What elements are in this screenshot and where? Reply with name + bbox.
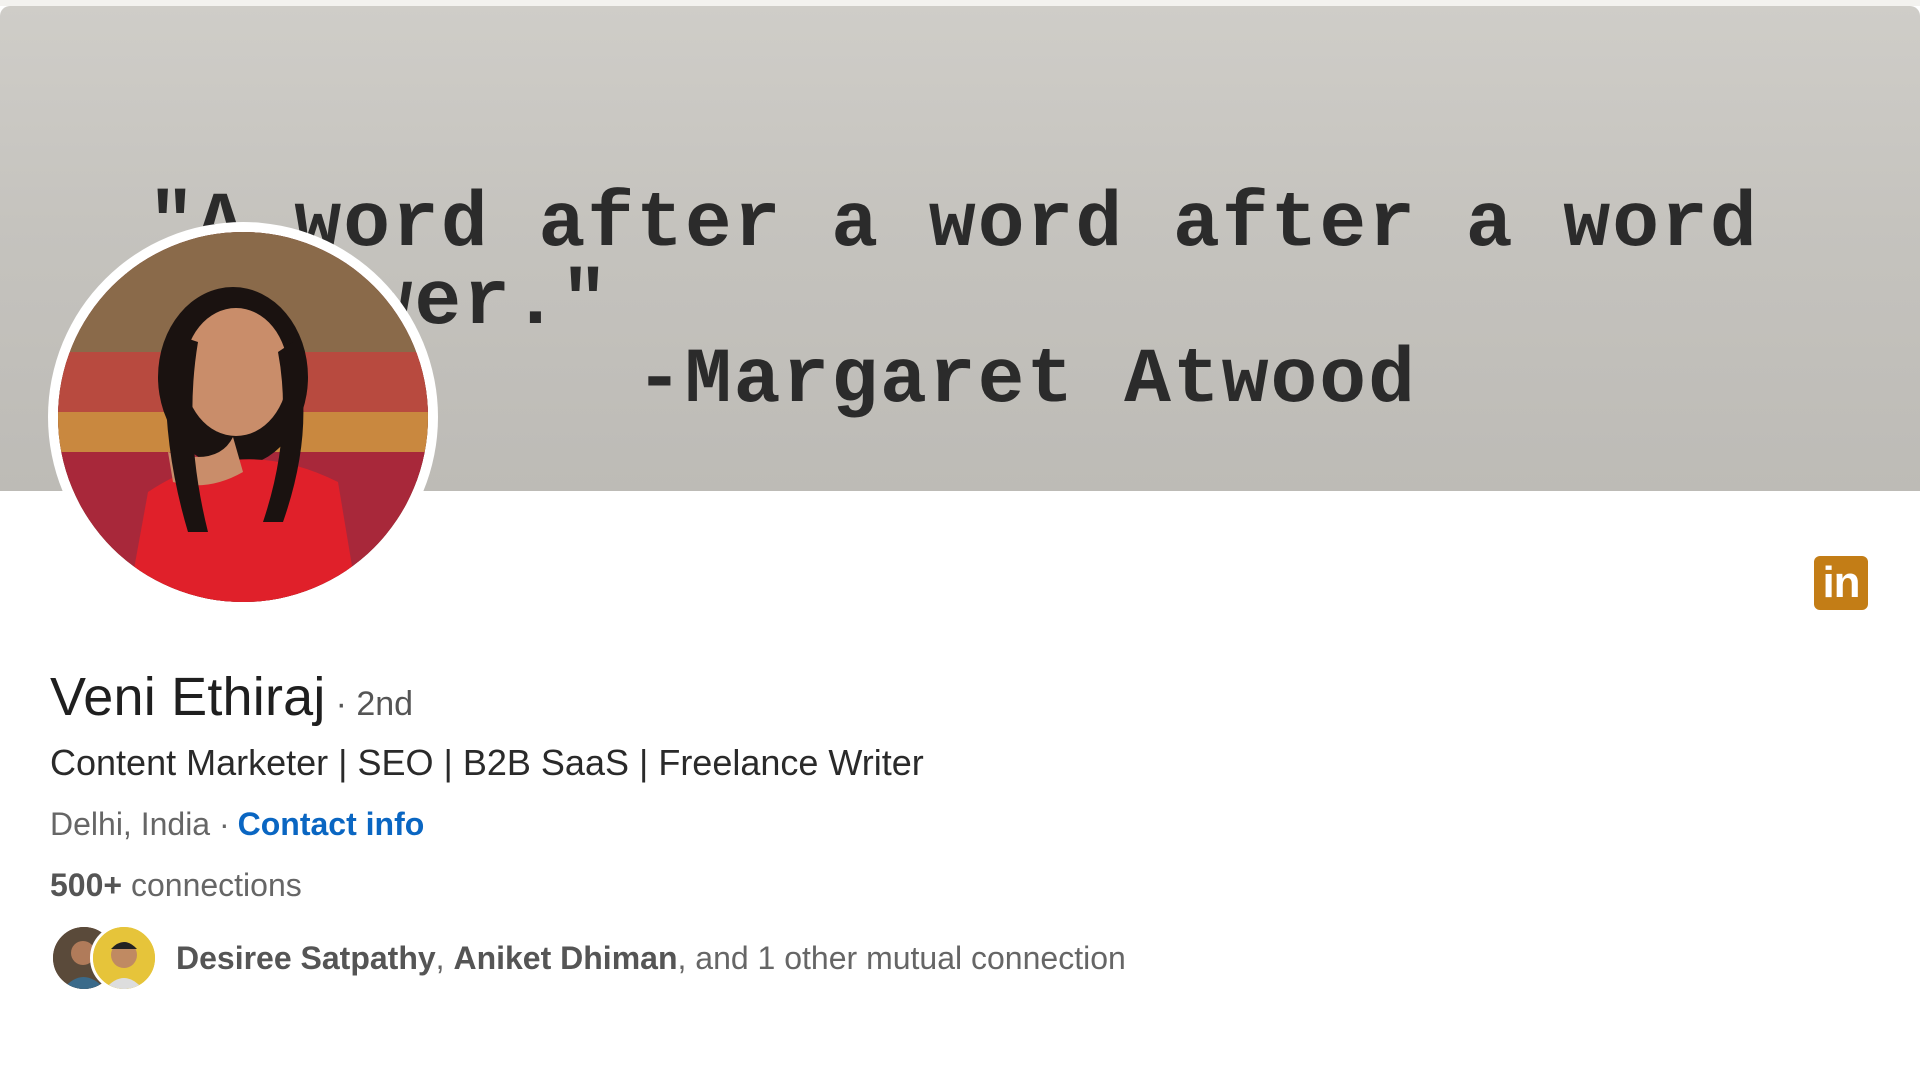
quote-line-2: power."	[268, 259, 610, 347]
profile-name: Veni Ethiraj	[50, 667, 326, 727]
mutual-connections-text: Desiree Satpathy, Aniket Dhiman, and 1 o…	[176, 940, 1126, 977]
quote-line-1: "A word after a word after a word	[148, 181, 1759, 269]
mutual-separator: ,	[435, 939, 445, 976]
connections-row[interactable]: 500+ connections	[50, 867, 924, 904]
name-row: Veni Ethiraj · 2nd	[50, 666, 924, 728]
profile-info: Veni Ethiraj · 2nd Content Marketer | SE…	[50, 666, 924, 904]
linkedin-icon[interactable]: in	[1814, 556, 1868, 610]
quote-line-3: -Margaret Atwood	[636, 337, 1417, 425]
mutual-rest: , and 1 other mutual connection	[677, 939, 1126, 976]
location-row: Delhi, India · Contact info	[50, 806, 924, 843]
profile-avatar[interactable]	[58, 232, 428, 602]
mutual-avatar-2	[90, 924, 158, 992]
connections-count: 500+	[50, 867, 123, 903]
connections-label: connections	[130, 867, 302, 903]
avatar-photo	[58, 232, 428, 602]
profile-headline: Content Marketer | SEO | B2B SaaS | Free…	[50, 742, 924, 783]
profile-location: Delhi, India ·	[50, 806, 230, 842]
mutual-avatars	[50, 924, 160, 992]
connection-degree: · 2nd	[335, 685, 414, 723]
mutual-person-1[interactable]: Desiree Satpathy	[176, 940, 436, 976]
profile-card: "A word after a word after a word power."…	[0, 6, 1920, 1080]
mutual-person-2[interactable]: Aniket Dhiman	[453, 940, 677, 976]
mutual-connections-row[interactable]: Desiree Satpathy, Aniket Dhiman, and 1 o…	[50, 924, 1126, 992]
contact-info-link[interactable]: Contact info	[238, 806, 425, 843]
